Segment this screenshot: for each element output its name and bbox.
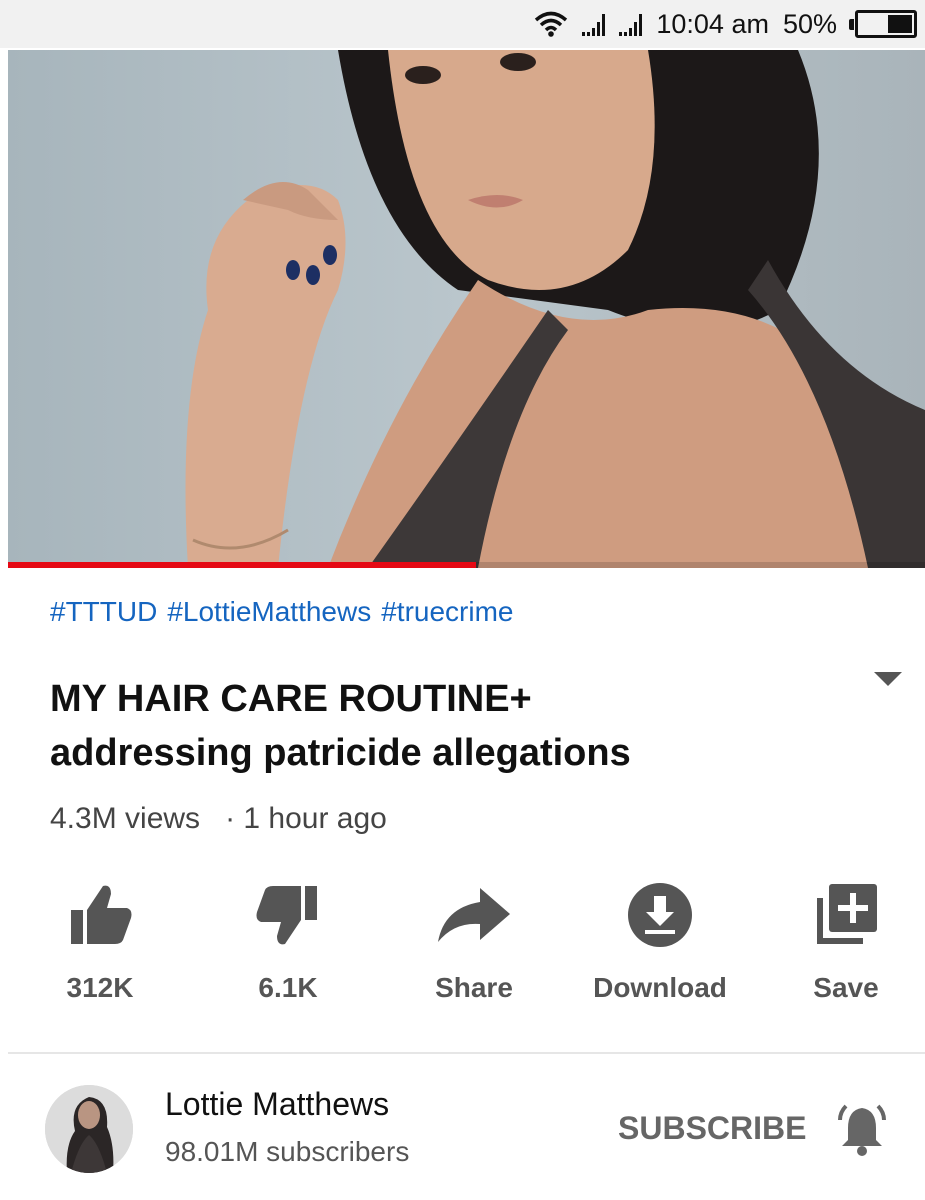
add-to-playlist-icon bbox=[817, 884, 877, 944]
channel-avatar[interactable] bbox=[45, 1085, 133, 1173]
share-arrow-icon bbox=[438, 888, 510, 942]
divider bbox=[8, 1052, 925, 1054]
action-bar: 312K 6.1K Share Download Save bbox=[0, 880, 925, 1010]
avatar-image bbox=[45, 1085, 133, 1173]
progress-fill bbox=[8, 562, 476, 568]
hashtags: #TTTUD #LottieMatthews #truecrime bbox=[50, 596, 513, 628]
status-bar: 10:04 am 50% bbox=[0, 0, 925, 48]
video-progress-bar[interactable] bbox=[8, 562, 925, 568]
hashtag-link[interactable]: #TTTUD bbox=[50, 596, 157, 628]
channel-name[interactable]: Lottie Matthews bbox=[165, 1086, 389, 1123]
like-count: 312K bbox=[66, 972, 134, 1003]
subscriber-count: 98.01M subscribers bbox=[165, 1136, 410, 1167]
video-title-line: addressing patricide allegations bbox=[50, 732, 631, 774]
signal-icon bbox=[619, 12, 643, 36]
download-button[interactable]: Download bbox=[570, 880, 750, 1004]
like-button[interactable]: 312K bbox=[10, 880, 190, 1004]
video-title-line: MY HAIR CARE ROUTINE+ bbox=[50, 678, 532, 720]
hashtag-link[interactable]: #LottieMatthews bbox=[167, 596, 371, 628]
download-icon bbox=[628, 883, 692, 947]
signal-icon bbox=[582, 12, 606, 36]
video-meta: 4.3M views · 1 hour ago bbox=[50, 802, 387, 836]
hashtag-link[interactable]: #truecrime bbox=[381, 596, 513, 628]
notification-bell-icon bbox=[838, 1104, 886, 1156]
thumbs-down-icon bbox=[256, 886, 317, 945]
view-count: 4.3M views bbox=[50, 802, 201, 835]
subscribe-button[interactable]: SUBSCRIBE bbox=[618, 1110, 806, 1147]
video-thumbnail-image bbox=[8, 50, 925, 568]
upload-age: · 1 hour ago bbox=[225, 802, 387, 835]
download-label: Download bbox=[593, 972, 727, 1003]
save-label: Save bbox=[813, 972, 879, 1003]
expand-description-icon[interactable] bbox=[874, 672, 902, 686]
clock: 10:04 am bbox=[656, 8, 769, 39]
battery-icon bbox=[849, 10, 917, 38]
battery-percent: 50% bbox=[782, 8, 837, 39]
thumbs-up-icon bbox=[71, 885, 132, 944]
share-button[interactable]: Share bbox=[384, 880, 564, 1004]
video-title[interactable]: MY HAIR CARE ROUTINE+ addressing patrici… bbox=[50, 672, 830, 780]
video-player[interactable] bbox=[8, 50, 925, 568]
dislike-count: 6.1K bbox=[258, 972, 318, 1003]
share-label: Share bbox=[435, 972, 513, 1003]
notification-bell-button[interactable] bbox=[832, 1100, 892, 1160]
save-button[interactable]: Save bbox=[756, 880, 925, 1004]
dislike-button[interactable]: 6.1K bbox=[198, 880, 378, 1004]
wifi-icon bbox=[535, 11, 568, 37]
